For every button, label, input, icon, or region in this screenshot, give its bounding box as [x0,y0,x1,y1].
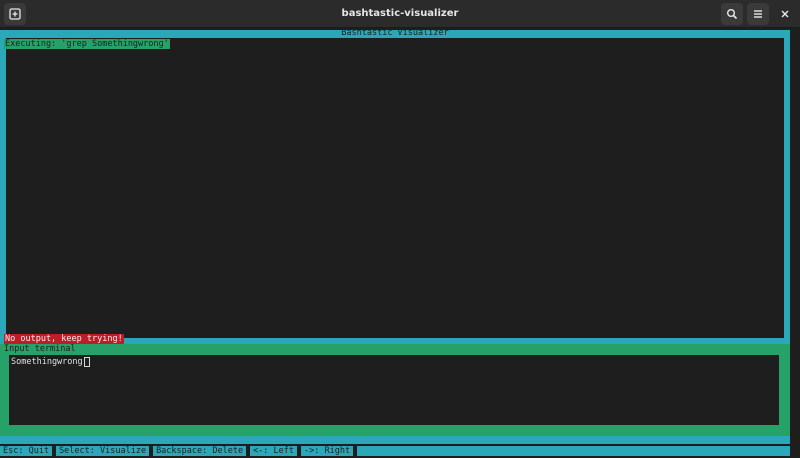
hamburger-menu-icon [754,10,762,18]
new-tab-icon [9,8,21,20]
status-bar-filler [357,446,790,456]
terminal-area[interactable]: Bashtastic Visualizer Executing: 'grep S… [0,28,800,458]
input-terminal-box[interactable]: Somethingwrong [8,354,780,426]
visualizer-title: Bashtastic Visualizer [341,28,449,38]
status-item-left: <-: Left [250,446,298,456]
status-item-delete: Backspace: Delete [153,446,247,456]
command-input[interactable]: Somethingwrong [11,357,83,367]
error-message: No output, keep trying! [4,334,124,344]
text-cursor [84,357,90,367]
status-item-quit: Esc: Quit [0,446,53,456]
new-tab-button[interactable] [4,3,26,25]
input-terminal-label: Input terminal [4,344,76,354]
status-item-right: ->: Right [301,446,354,456]
search-button[interactable] [721,3,743,25]
menu-button[interactable] [747,3,769,25]
close-button[interactable] [774,3,796,25]
close-icon [781,10,789,18]
executing-command: Executing: 'grep Somethingwrong' [4,39,170,49]
frame-separator [0,436,790,444]
window-title: bashtastic-visualizer [341,8,459,19]
visualizer-frame [0,30,790,344]
status-bar: Esc: Quit Select: Visualize Backspace: D… [0,446,790,456]
search-icon [727,9,738,20]
headerbar: bashtastic-visualizer [0,0,800,28]
status-item-visualize: Select: Visualize [56,446,150,456]
input-terminal-frame: Input terminal Somethingwrong [0,344,790,436]
